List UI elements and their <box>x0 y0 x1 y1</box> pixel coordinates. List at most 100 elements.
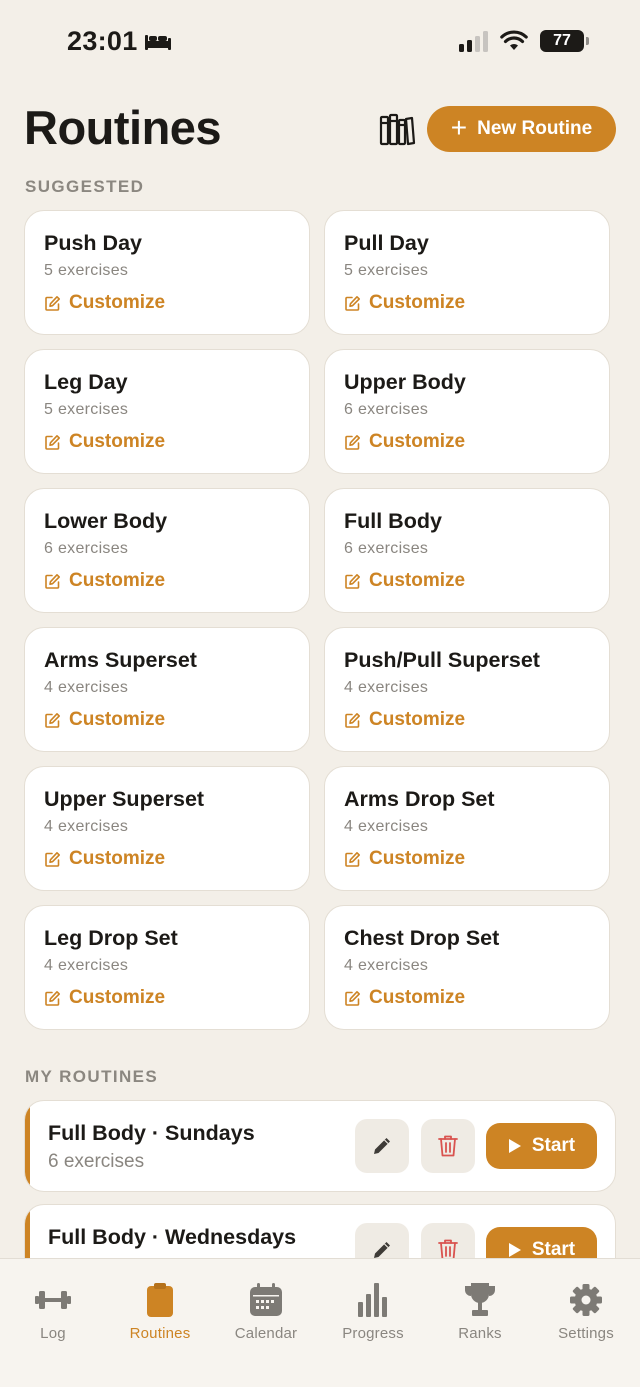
new-routine-button[interactable]: + New Routine <box>427 106 616 152</box>
customize-button[interactable]: Customize <box>44 848 291 870</box>
customize-label: Customize <box>369 987 466 1008</box>
suggested-card-arms-drop-set[interactable]: Arms Drop Set 4 exercises Customize <box>324 766 610 891</box>
tab-label: Settings <box>558 1325 614 1342</box>
cellular-signal-icon <box>459 30 488 52</box>
suggested-card-chest-drop-set[interactable]: Chest Drop Set 4 exercises Customize <box>324 905 610 1030</box>
edit-routine-button[interactable] <box>355 1119 409 1173</box>
edit-icon <box>45 851 60 867</box>
customize-button[interactable]: Customize <box>44 292 291 314</box>
suggested-card-leg-drop-set[interactable]: Leg Drop Set 4 exercises Customize <box>24 905 310 1030</box>
edit-icon <box>45 573 60 589</box>
play-icon <box>508 1139 521 1153</box>
card-subtitle: 5 exercises <box>44 401 129 418</box>
card-subtitle: 4 exercises <box>44 679 129 696</box>
card-title: Arms Drop Set <box>344 787 495 811</box>
pencil-icon <box>374 1138 390 1154</box>
suggested-card-full-body[interactable]: Full Body 6 exercises Customize <box>324 488 610 613</box>
customize-button[interactable]: Customize <box>44 431 291 453</box>
edit-icon <box>45 712 60 728</box>
battery-level: 77 <box>553 32 571 49</box>
card-subtitle: 6 exercises <box>344 401 429 418</box>
suggested-card-lower-body[interactable]: Lower Body 6 exercises Customize <box>24 488 310 613</box>
battery-icon: 77 <box>540 30 589 52</box>
customize-button[interactable]: Customize <box>344 709 591 731</box>
edit-icon <box>45 434 60 450</box>
customize-button[interactable]: Customize <box>44 709 291 731</box>
card-title: Upper Body <box>344 370 466 394</box>
suggested-card-arms-superset[interactable]: Arms Superset 4 exercises Customize <box>24 627 310 752</box>
wifi-icon <box>500 30 528 50</box>
customize-button[interactable]: Customize <box>344 292 591 314</box>
tab-ranks[interactable]: Ranks <box>425 1279 535 1342</box>
bed-icon <box>144 34 171 50</box>
edit-icon <box>345 295 360 311</box>
trash-icon <box>438 1135 458 1157</box>
suggested-card-upper-body[interactable]: Upper Body 6 exercises Customize <box>324 349 610 474</box>
my-routine-row-sundays[interactable]: Full Body · Sundays 6 exercises Start <box>24 1100 616 1192</box>
card-title: Lower Body <box>44 509 168 533</box>
customize-button[interactable]: Customize <box>44 570 291 592</box>
dumbbell-icon <box>35 1291 71 1309</box>
page-title: Routines <box>24 101 222 154</box>
customize-button[interactable]: Customize <box>44 987 291 1009</box>
tab-calendar[interactable]: Calendar <box>211 1279 321 1342</box>
status-indicators: 77 <box>459 30 589 52</box>
clipboard-icon <box>147 1283 173 1317</box>
tab-settings[interactable]: Settings <box>531 1279 640 1342</box>
customize-label: Customize <box>69 570 166 591</box>
start-routine-button[interactable]: Start <box>486 1123 597 1169</box>
card-title: Leg Drop Set <box>44 926 178 950</box>
routine-title: Full Body · Wednesdays <box>48 1225 297 1249</box>
edit-icon <box>345 990 360 1006</box>
edit-icon <box>345 712 360 728</box>
edit-icon <box>45 295 60 311</box>
card-title: Pull Day <box>344 231 429 255</box>
customize-label: Customize <box>69 292 166 313</box>
routine-title: Full Body · Sundays <box>48 1121 255 1145</box>
library-button[interactable] <box>378 112 416 148</box>
customize-label: Customize <box>369 292 466 313</box>
clock-text: 23:01 <box>67 26 138 56</box>
customize-button[interactable]: Customize <box>344 848 591 870</box>
tab-label: Progress <box>342 1325 404 1342</box>
customize-label: Customize <box>369 431 466 452</box>
customize-button[interactable]: Customize <box>344 570 591 592</box>
suggested-card-push-day[interactable]: Push Day 5 exercises Customize <box>24 210 310 335</box>
card-subtitle: 5 exercises <box>344 262 429 279</box>
suggested-card-pull-day[interactable]: Pull Day 5 exercises Customize <box>324 210 610 335</box>
card-title: Full Body <box>344 509 442 533</box>
calendar-icon <box>250 1283 282 1316</box>
tab-bar: Log Routines Calendar Progress Ranks Set… <box>0 1258 640 1387</box>
card-subtitle: 4 exercises <box>44 957 129 974</box>
delete-routine-button[interactable] <box>421 1119 475 1173</box>
status-time: 23:01 <box>67 26 172 57</box>
card-subtitle: 4 exercises <box>44 818 129 835</box>
suggested-card-leg-day[interactable]: Leg Day 5 exercises Customize <box>24 349 310 474</box>
suggested-card-push-pull-superset[interactable]: Push/Pull Superset 4 exercises Customize <box>324 627 610 752</box>
tab-routines[interactable]: Routines <box>105 1279 215 1342</box>
customize-label: Customize <box>369 709 466 730</box>
customize-button[interactable]: Customize <box>344 431 591 453</box>
bar-chart-icon <box>358 1283 387 1317</box>
tab-label: Ranks <box>458 1325 502 1342</box>
tab-log[interactable]: Log <box>0 1279 108 1342</box>
routine-subtitle: 6 exercises <box>48 1151 145 1172</box>
card-title: Upper Superset <box>44 787 205 811</box>
card-title: Leg Day <box>44 370 128 394</box>
new-routine-label: New Routine <box>477 118 593 139</box>
plus-icon: + <box>450 111 468 143</box>
tab-label: Calendar <box>234 1325 298 1342</box>
customize-button[interactable]: Customize <box>344 987 591 1009</box>
section-label-suggested: SUGGESTED <box>25 177 145 196</box>
customize-label: Customize <box>69 431 166 452</box>
card-title: Push Day <box>44 231 142 255</box>
card-subtitle: 4 exercises <box>344 818 429 835</box>
suggested-card-upper-superset[interactable]: Upper Superset 4 exercises Customize <box>24 766 310 891</box>
card-subtitle: 4 exercises <box>344 679 429 696</box>
play-icon <box>508 1243 521 1257</box>
card-title: Push/Pull Superset <box>344 648 540 672</box>
card-title: Chest Drop Set <box>344 926 500 950</box>
card-subtitle: 6 exercises <box>344 540 429 557</box>
tab-progress[interactable]: Progress <box>318 1279 428 1342</box>
customize-label: Customize <box>369 570 466 591</box>
